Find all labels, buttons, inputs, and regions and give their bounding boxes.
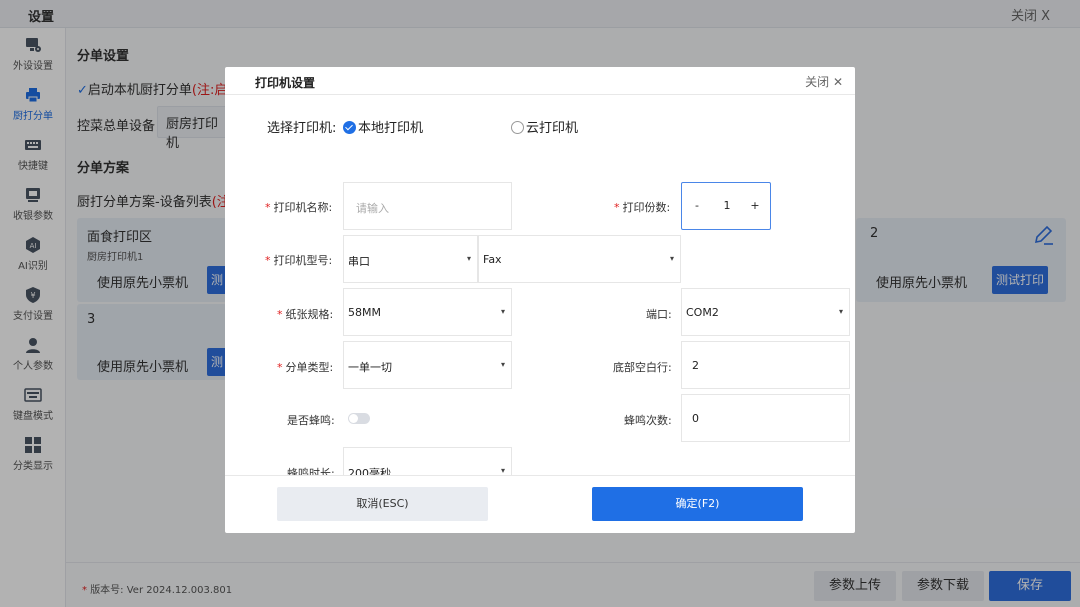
beep-duration-label: 蜂鸣时长:	[287, 467, 335, 475]
split-type-label: * 分单类型:	[277, 361, 334, 374]
printer-name-label: * 打印机名称:	[265, 201, 333, 214]
port-value: COM2	[686, 306, 719, 319]
cancel-button[interactable]: 取消(ESC)	[277, 487, 488, 521]
dialog-body: 选择打印机: 本地打印机 云打印机 * 打印机名称: 请输入 * 打印份数: - 1…	[225, 95, 855, 475]
radio-checked-icon	[343, 121, 356, 134]
port-label: 端口:	[646, 308, 672, 321]
printer-name-placeholder: 请输入	[356, 202, 389, 215]
bottom-blank-label: 底部空白行:	[613, 361, 672, 374]
chevron-down-icon: ▾	[500, 307, 505, 316]
port-select[interactable]: COM2 ▾	[681, 288, 850, 336]
dialog-header: 打印机设置 关闭 ✕	[225, 67, 855, 95]
copies-plus-button[interactable]: +	[750, 199, 760, 212]
beep-duration-value: 200毫秒	[348, 467, 391, 475]
printer-driver-value: Fax	[483, 253, 502, 266]
bottom-blank-input[interactable]: 2	[681, 341, 850, 389]
radio-unchecked-icon	[511, 121, 524, 134]
chevron-down-icon: ▾	[500, 360, 505, 369]
dialog-close-button[interactable]: 关闭 ✕	[805, 73, 843, 90]
copies-stepper[interactable]: - 1 +	[681, 182, 771, 230]
chevron-down-icon: ▾	[838, 307, 843, 316]
printer-name-input[interactable]: 请输入	[343, 182, 512, 230]
printer-model-label: * 打印机型号:	[265, 254, 333, 267]
paper-size-label: * 纸张规格:	[277, 308, 334, 321]
copies-value[interactable]: 1	[720, 199, 734, 212]
printer-settings-dialog: 打印机设置 关闭 ✕ 选择打印机: 本地打印机 云打印机 * 打印机名称: 请输入…	[225, 67, 855, 533]
beep-count-value: 0	[692, 412, 699, 425]
chevron-down-icon: ▾	[500, 466, 505, 475]
bottom-blank-value: 2	[692, 359, 699, 372]
beep-label: 是否蜂鸣:	[287, 414, 335, 427]
chevron-down-icon: ▾	[466, 254, 471, 263]
paper-size-select[interactable]: 58MM ▾	[343, 288, 512, 336]
chevron-down-icon: ▾	[669, 254, 674, 263]
beep-toggle[interactable]	[348, 413, 370, 424]
beep-duration-select[interactable]: 200毫秒 ▾	[343, 447, 512, 475]
dialog-title: 打印机设置	[255, 76, 316, 90]
beep-count-label: 蜂鸣次数:	[624, 414, 672, 427]
copies-minus-button[interactable]: -	[692, 199, 702, 212]
radio-cloud-printer[interactable]: 云打印机	[511, 117, 578, 136]
paper-size-value: 58MM	[348, 306, 381, 319]
dialog-footer: 取消(ESC) 确定(F2)	[225, 475, 855, 533]
printer-model-value: 串口	[348, 255, 370, 268]
split-type-select[interactable]: 一单一切 ▾	[343, 341, 512, 389]
radio-local-printer[interactable]: 本地打印机	[343, 117, 423, 136]
toggle-knob	[349, 414, 358, 423]
select-printer-label: 选择打印机:	[267, 121, 337, 136]
printer-model-select[interactable]: 串口 ▾	[343, 235, 478, 283]
split-type-value: 一单一切	[348, 361, 392, 374]
confirm-button[interactable]: 确定(F2)	[592, 487, 803, 521]
copies-label: * 打印份数:	[614, 201, 671, 214]
beep-count-input[interactable]: 0	[681, 394, 850, 442]
printer-driver-select[interactable]: Fax ▾	[478, 235, 681, 283]
